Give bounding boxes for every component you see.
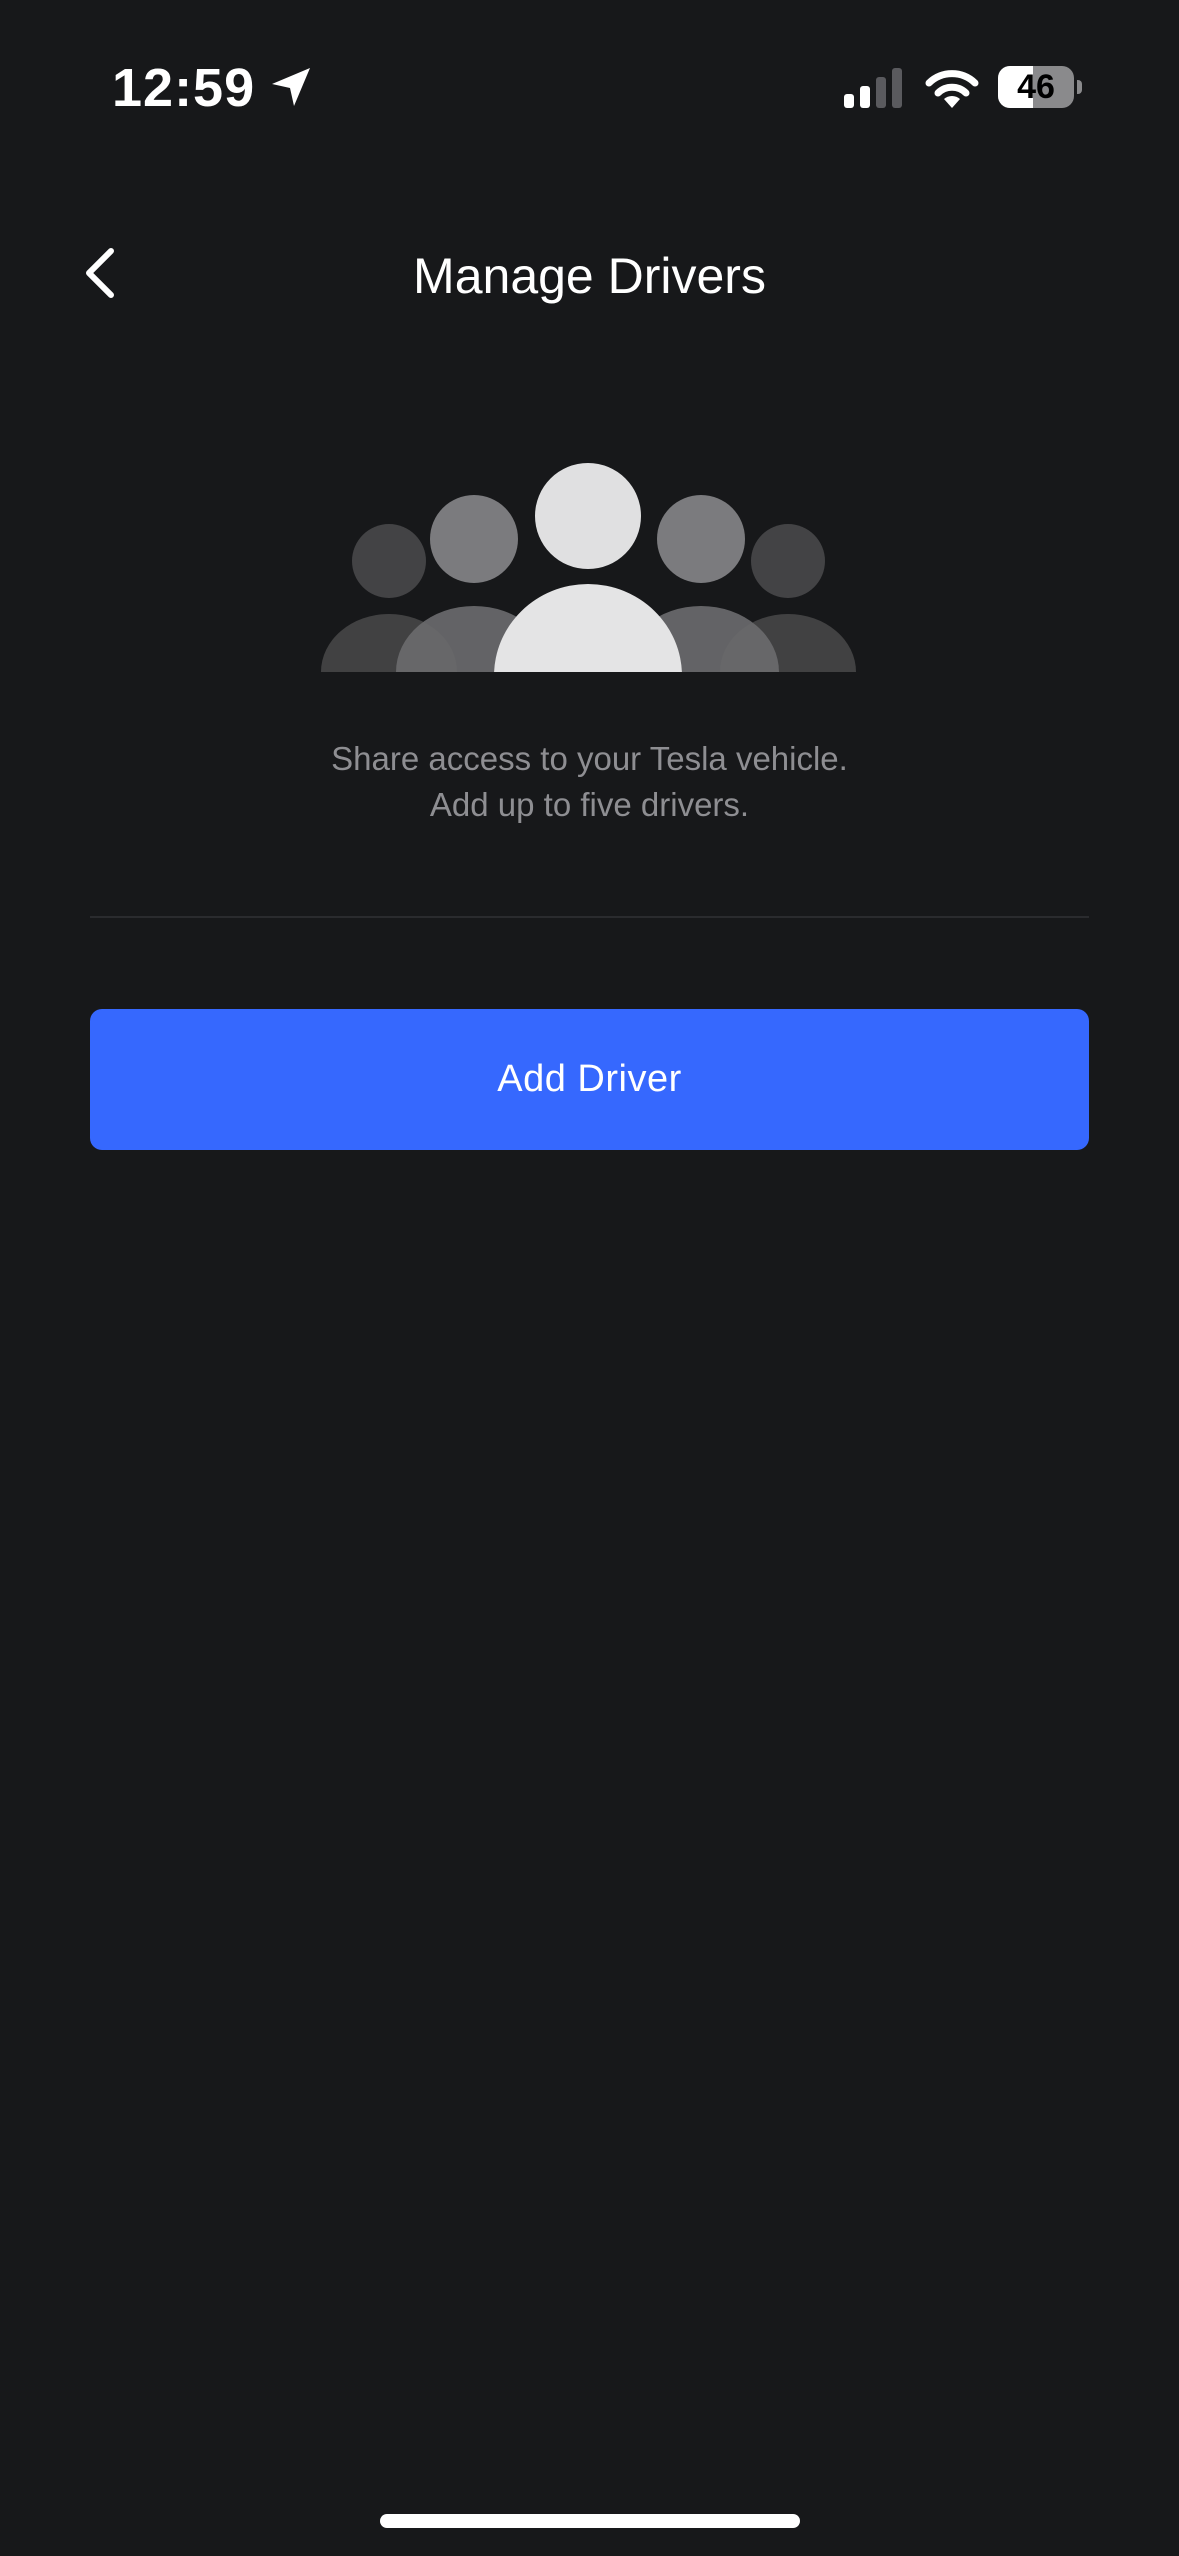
description-line-2: Add up to five drivers. — [429, 786, 750, 823]
status-time: 12:59 — [112, 58, 256, 118]
battery-cap — [1077, 80, 1082, 94]
drivers-group-icon — [321, 463, 856, 672]
home-indicator[interactable] — [380, 2514, 800, 2528]
description: Share access to your Tesla vehicle. Add … — [0, 736, 1179, 828]
divider — [90, 916, 1089, 918]
wifi-icon — [925, 70, 979, 108]
battery-icon: 46 — [998, 66, 1082, 108]
location-arrow-icon — [272, 68, 310, 106]
cellular-signal-icon — [844, 68, 902, 108]
add-driver-button[interactable]: Add Driver — [90, 1009, 1089, 1150]
battery-body: 46 — [998, 66, 1074, 108]
status-bar: 12:59 46 — [0, 0, 1179, 160]
page-title: Manage Drivers — [413, 248, 766, 304]
description-line-1: Share access to your Tesla vehicle. — [331, 740, 848, 777]
battery-percent: 46 — [1017, 68, 1055, 106]
